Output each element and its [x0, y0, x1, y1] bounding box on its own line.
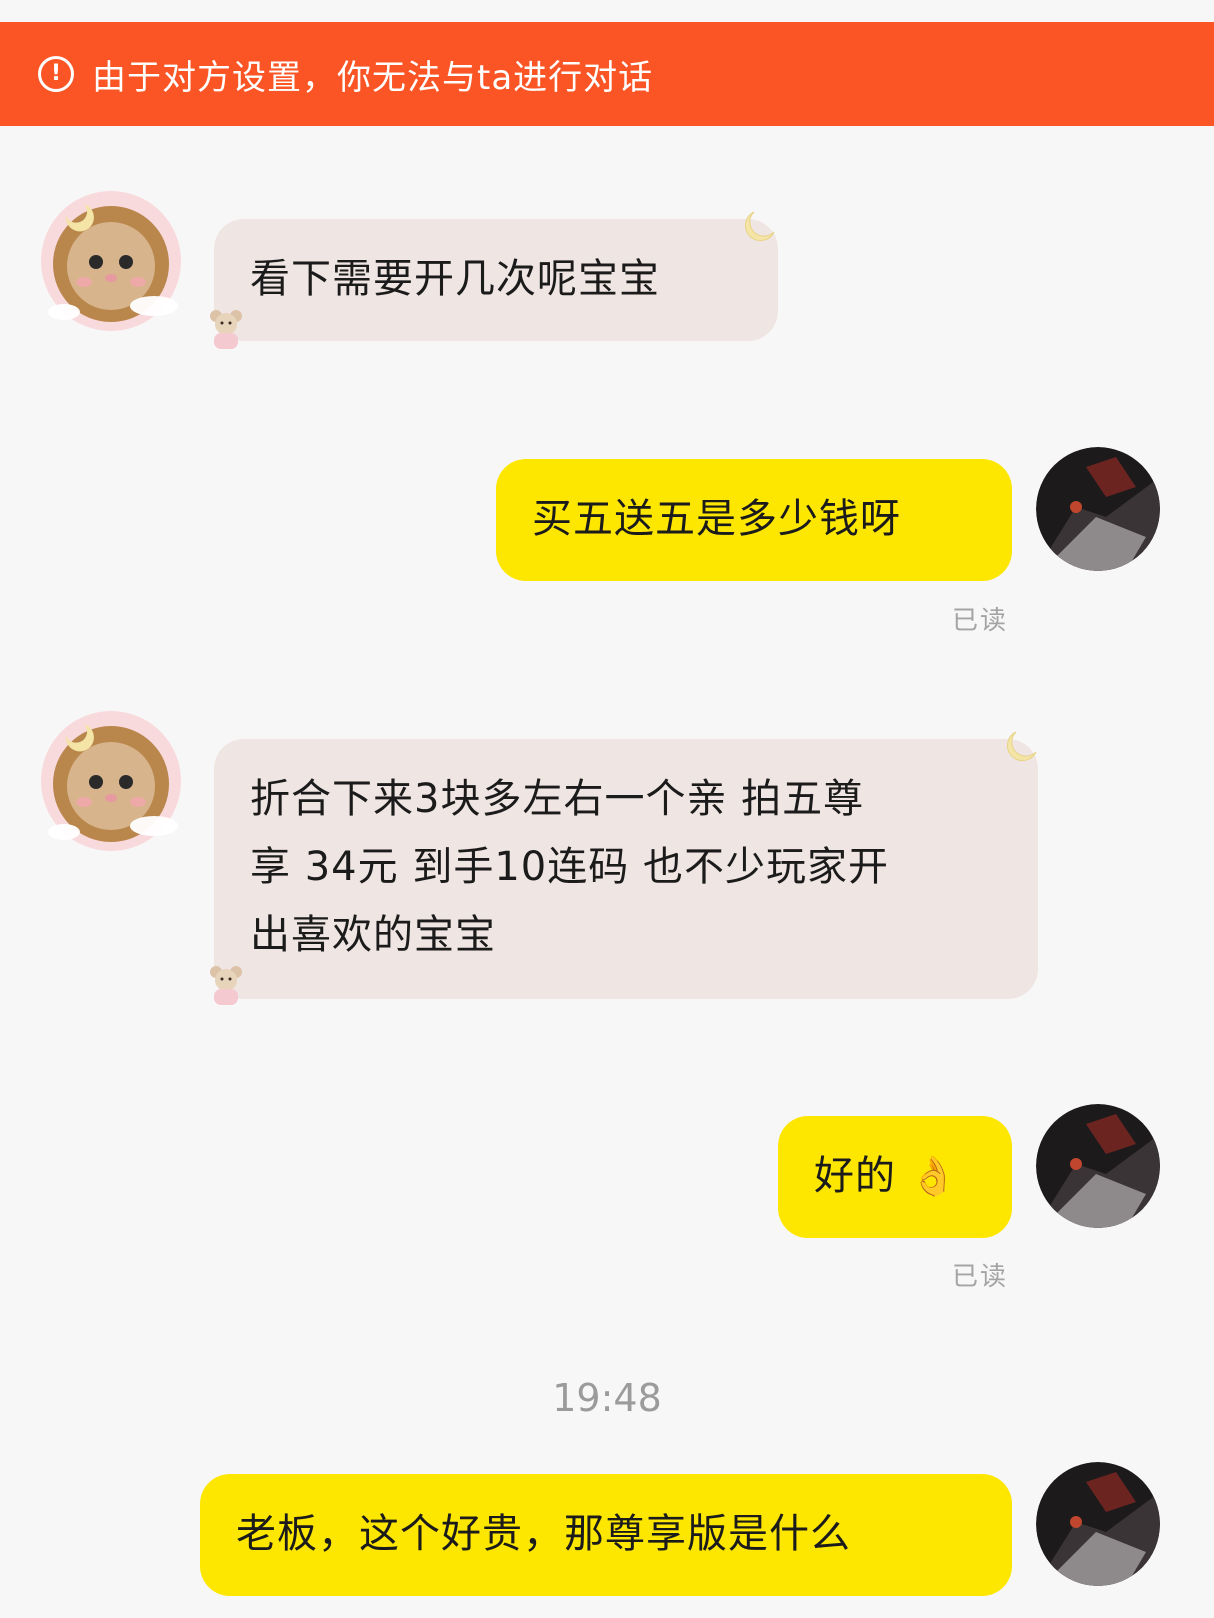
outgoing-message-bubble[interactable]: 买五送五是多少钱呀: [496, 459, 1012, 581]
incoming-message-bubble[interactable]: 看下需要开几次呢宝宝: [214, 219, 778, 341]
message-text: 买五送五是多少钱呀: [532, 496, 901, 542]
outgoing-message-bubble[interactable]: 老板，这个好贵，那尊享版是什么: [200, 1474, 1012, 1596]
dark-figure-avatar[interactable]: [1036, 447, 1160, 571]
status-bar: [0, 0, 1214, 22]
message-text: 看下需要开几次呢宝宝: [250, 256, 660, 302]
read-status: 已读: [952, 1262, 1009, 1292]
outgoing-message-bubble[interactable]: 好的 👌: [778, 1116, 1012, 1238]
message-timestamp: 19:48: [552, 1376, 662, 1420]
message-line: 出喜欢的宝宝: [250, 912, 496, 958]
message-line: 享 34元 到手10连码 也不少玩家开: [250, 844, 889, 890]
alert-circle-icon: !: [38, 56, 74, 92]
message-text: 好的: [814, 1153, 896, 1199]
kitten-lion-avatar[interactable]: [36, 706, 186, 856]
incoming-message-bubble[interactable]: 折合下来3块多左右一个亲 拍五尊 享 34元 到手10连码 也不少玩家开 出喜欢…: [214, 739, 1038, 999]
chat-page: ! 由于对方设置，你无法与ta进行对话 看下需要开几次呢宝宝 买五送五是多少钱呀: [0, 0, 1214, 1618]
message-line: 折合下来3块多左右一个亲 拍五尊: [250, 776, 865, 822]
read-status: 已读: [952, 606, 1009, 636]
moon-sticker-icon: [744, 211, 775, 242]
restriction-banner: ! 由于对方设置，你无法与ta进行对话: [0, 22, 1214, 126]
dark-figure-avatar[interactable]: [1036, 1104, 1160, 1228]
kitten-lion-avatar[interactable]: [36, 186, 186, 336]
banner-text: 由于对方设置，你无法与ta进行对话: [92, 57, 654, 98]
message-text: 老板，这个好贵，那尊享版是什么: [236, 1511, 851, 1557]
ok-hand-emoji-icon: 👌: [909, 1154, 959, 1198]
bear-sticker-icon: [210, 310, 242, 349]
dark-figure-avatar[interactable]: [1036, 1462, 1160, 1586]
bear-sticker-icon: [210, 966, 242, 1005]
moon-sticker-icon: [1006, 731, 1037, 762]
